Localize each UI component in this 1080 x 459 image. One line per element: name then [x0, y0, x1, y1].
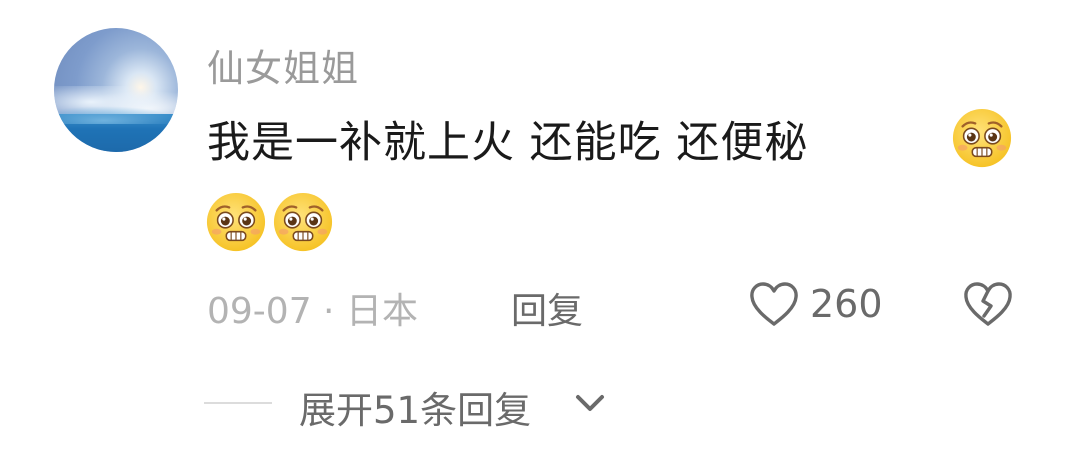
broken-heart-icon[interactable]: [962, 280, 1014, 328]
avatar[interactable]: [54, 28, 178, 152]
pleading-face-icon: [952, 108, 1012, 168]
heart-icon[interactable]: [748, 280, 800, 328]
pleading-face-icon: [273, 192, 333, 252]
like-count: 260: [810, 282, 883, 326]
divider-line: [204, 402, 272, 404]
comment-timestamp-location: 09-07 · 日本: [207, 291, 418, 332]
reply-button[interactable]: 回复: [511, 282, 583, 334]
avatar-sea: [54, 106, 178, 152]
username[interactable]: 仙女姐姐: [207, 38, 359, 92]
expand-replies-button[interactable]: 展开51条回复: [299, 380, 531, 434]
comment-card: 仙女姐姐 我是一补就上火 还能吃 还便秘 09-07 · 日本 回复 260 展…: [0, 0, 1080, 459]
pleading-face-icon: [206, 192, 266, 252]
comment-text: 我是一补就上火 还能吃 还便秘: [207, 118, 809, 168]
chevron-down-icon[interactable]: [572, 390, 608, 416]
